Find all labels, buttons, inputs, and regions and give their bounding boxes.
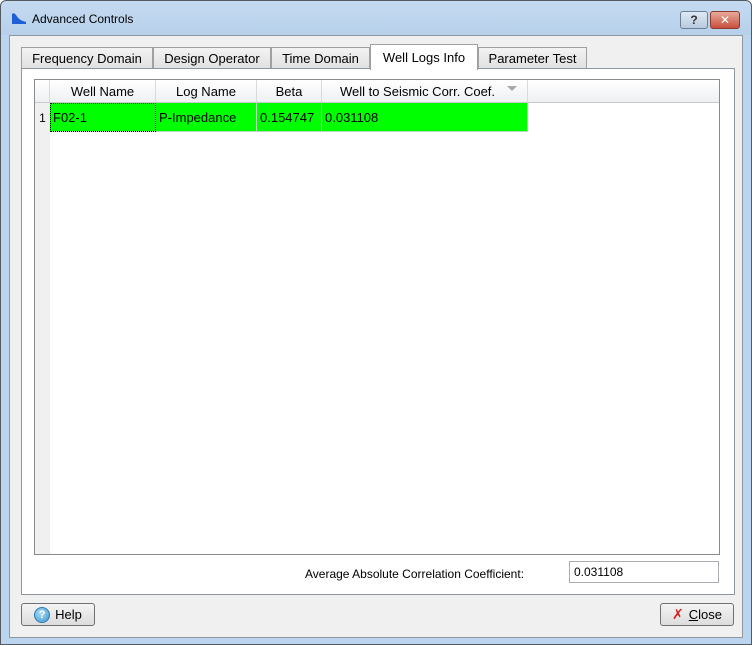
tab-frequency-domain[interactable]: Frequency Domain [21,47,153,69]
column-header-well-name[interactable]: Well Name [50,80,156,102]
close-button-label: Close [688,607,722,622]
tab-label: Design Operator [164,51,260,66]
tab-time-domain[interactable]: Time Domain [271,47,370,69]
tab-label: Time Domain [282,51,359,66]
help-button-label: Help [55,607,82,622]
help-icon: ? [34,606,51,623]
tab-label: Well Logs Info [382,50,466,65]
column-header-corr-coef[interactable]: Well to Seismic Corr. Coef. [322,80,528,102]
tab-label: Frequency Domain [32,51,142,66]
titlebar-close-button[interactable]: ✕ [710,11,740,29]
sort-descending-icon [507,86,517,91]
well-logs-info-panel: Well Name Log Name Beta Well to Seismic … [21,68,735,595]
table-row[interactable]: 1 F02-1 P-Impedance 0.154747 0.031108 [35,103,719,132]
column-header-beta[interactable]: Beta [257,80,322,102]
dialog-client-area: Frequency Domain Design Operator Time Do… [9,35,743,638]
row-header-column [35,80,50,554]
question-icon: ? [690,13,698,27]
row-number: 1 [39,110,46,125]
column-header-log-name[interactable]: Log Name [156,80,257,102]
tab-parameter-test[interactable]: Parameter Test [478,47,587,69]
cell-log-name[interactable]: P-Impedance [156,103,257,132]
column-label: Well Name [70,83,135,99]
average-correlation-field[interactable]: 0.031108 [569,561,719,583]
table-header: Well Name Log Name Beta Well to Seismic … [35,80,719,103]
tab-design-operator[interactable]: Design Operator [153,47,271,69]
app-icon [12,13,26,24]
close-button[interactable]: ✗ Close [660,603,734,626]
title-bar[interactable]: Advanced Controls ? ✕ [1,1,751,35]
window-title: Advanced Controls [32,12,134,26]
close-icon: ✕ [719,13,731,27]
close-x-icon: ✗ [672,606,684,622]
average-correlation-label: Average Absolute Correlation Coefficient… [305,567,525,581]
cell-beta[interactable]: 0.154747 [257,103,322,132]
advanced-controls-window: Advanced Controls ? ✕ Frequency Domain D… [0,0,752,645]
help-button[interactable]: ? Help [21,603,95,626]
cell-corr-coef[interactable]: 0.031108 [322,103,528,132]
titlebar-help-button[interactable]: ? [680,11,708,29]
tab-label: Parameter Test [488,51,577,66]
column-label: Beta [275,83,303,99]
cell-well-name[interactable]: F02-1 [50,103,156,132]
column-label: Log Name [176,83,236,99]
column-label: Well to Seismic Corr. Coef. [339,83,496,99]
corner-header[interactable] [35,80,50,102]
tab-well-logs-info[interactable]: Well Logs Info [370,44,478,70]
well-logs-table[interactable]: Well Name Log Name Beta Well to Seismic … [34,79,720,555]
